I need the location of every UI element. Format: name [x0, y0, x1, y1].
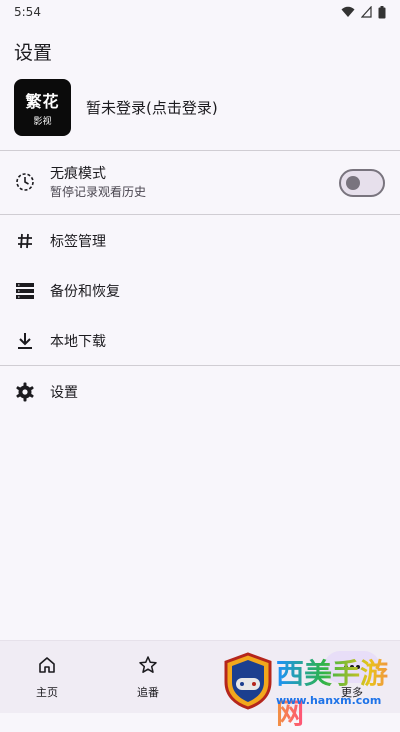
avatar[interactable]: 繁花 影视	[14, 78, 71, 136]
incognito-title: 无痕模式	[50, 166, 106, 182]
menu-item-settings[interactable]: 设置	[0, 377, 400, 407]
avatar-logo-subtext: 影视	[33, 116, 52, 127]
download-icon	[15, 331, 35, 351]
status-time: 5:54	[14, 5, 41, 19]
watermark: 西美手游网 www.hanxm.com	[222, 650, 400, 730]
signal-icon	[361, 6, 372, 18]
incognito-toggle[interactable]	[339, 169, 385, 197]
wifi-icon	[341, 6, 355, 17]
menu-label: 本地下载	[50, 334, 106, 350]
watermark-url: www.hanxm.com	[276, 694, 382, 707]
history-paused-icon	[15, 172, 35, 192]
nav-label: 主页	[36, 686, 58, 699]
watermark-title: 西美手游网	[276, 652, 400, 732]
nav-home[interactable]: 主页	[7, 641, 87, 713]
nav-following[interactable]: 追番	[108, 641, 188, 713]
menu-item-backup-restore[interactable]: 备份和恢复	[0, 276, 400, 306]
page-title: 设置	[14, 42, 53, 64]
star-icon	[108, 655, 188, 675]
divider	[0, 365, 400, 366]
nav-label: 追番	[137, 686, 159, 699]
avatar-logo-text: 繁花	[25, 91, 60, 111]
menu-item-local-downloads[interactable]: 本地下载	[0, 326, 400, 356]
status-bar: 5:54	[0, 0, 400, 24]
storage-icon	[15, 281, 35, 301]
incognito-mode-row[interactable]: 无痕模式 暂停记录观看历史	[0, 163, 400, 203]
login-row[interactable]: 繁花 影视 暂未登录(点击登录)	[0, 76, 400, 138]
hash-icon	[15, 231, 35, 251]
gear-icon	[15, 382, 35, 402]
incognito-subtitle: 暂停记录观看历史	[50, 185, 147, 199]
login-label[interactable]: 暂未登录(点击登录)	[86, 97, 218, 118]
divider	[0, 214, 400, 215]
battery-icon	[378, 5, 386, 18]
home-icon	[7, 655, 87, 675]
menu-label: 备份和恢复	[50, 284, 120, 300]
gamepad-shield-logo	[224, 652, 272, 710]
toggle-knob	[346, 176, 360, 190]
menu-label: 设置	[50, 385, 78, 401]
divider	[0, 150, 400, 151]
status-icons	[341, 5, 386, 19]
menu-item-tag-management[interactable]: 标签管理	[0, 226, 400, 256]
menu-label: 标签管理	[50, 234, 106, 250]
